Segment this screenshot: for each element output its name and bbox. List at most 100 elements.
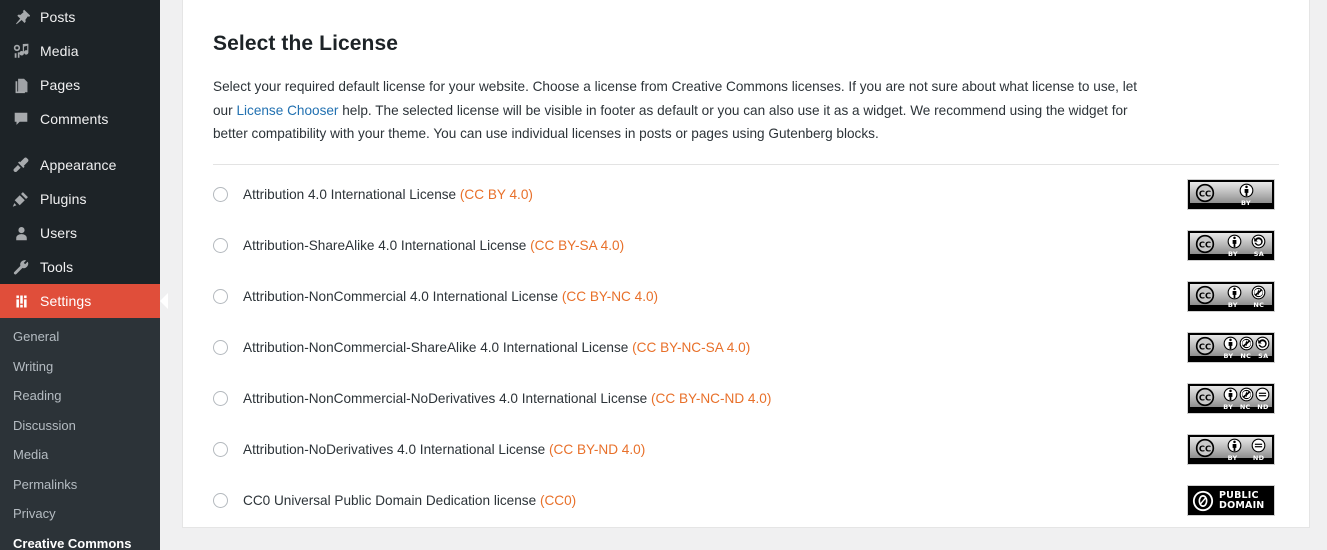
license-label: Attribution-NonCommercial 4.0 Internatio… — [243, 287, 658, 306]
cc-label: ND — [1257, 403, 1269, 412]
admin-menu: Posts Media Pages Comments Appearance Plugins… — [0, 0, 168, 318]
cc-label: BY — [1227, 301, 1238, 310]
cc-label: BY — [1241, 199, 1251, 208]
sidebar-item-label: Appearance — [40, 157, 117, 173]
license-radio-button[interactable] — [213, 493, 228, 509]
license-code: (CC BY 4.0) — [459, 187, 533, 203]
cc-label: BY — [1223, 403, 1234, 412]
submenu-item-media[interactable]: Media — [0, 440, 160, 470]
cc-license-badge-icon: CC BY ND — [1187, 434, 1275, 466]
cc-license-badge-icon: CC BY NC SA — [1187, 332, 1275, 364]
submenu-item-permalinks[interactable]: Permalinks — [0, 470, 160, 500]
submenu-item-general[interactable]: General — [0, 322, 160, 352]
sidebar-item-users[interactable]: Users — [0, 216, 160, 250]
license-chooser-link[interactable]: License Chooser — [236, 103, 338, 118]
pushpin-icon — [11, 7, 31, 27]
license-name: Attribution-NonCommercial-ShareAlike 4.0… — [243, 340, 629, 356]
sidebar-item-media[interactable]: Media — [0, 34, 160, 68]
comments-icon — [11, 109, 31, 129]
public-domain-badge-icon: PUBLIC DOMAIN — [1187, 485, 1275, 517]
license-option-row[interactable]: Attribution-ShareAlike 4.0 International… — [213, 220, 1279, 271]
license-option-label-group[interactable]: CC0 Universal Public Domain Dedication l… — [213, 491, 1173, 510]
license-radio-button[interactable] — [213, 238, 228, 254]
submenu-item-writing[interactable]: Writing — [0, 352, 160, 382]
license-option-row[interactable]: Attribution-NonCommercial-ShareAlike 4.0… — [213, 322, 1279, 373]
license-badge-cell: CC BY — [1187, 179, 1279, 211]
license-code: (CC BY-ND 4.0) — [549, 442, 646, 458]
license-label: Attribution-NonCommercial-NoDerivatives … — [243, 389, 771, 408]
license-options-list: Attribution 4.0 International License (C… — [213, 165, 1279, 526]
license-option-row[interactable]: Attribution 4.0 International License (C… — [213, 169, 1279, 220]
license-code: (CC BY-NC-ND 4.0) — [651, 391, 772, 407]
admin-sidebar: Posts Media Pages Comments Appearance Plugins… — [0, 0, 168, 550]
license-option-label-group[interactable]: Attribution-ShareAlike 4.0 International… — [213, 236, 1173, 255]
license-code: (CC0) — [539, 493, 577, 509]
cc-logo-icon: CC — [1190, 182, 1220, 203]
license-badge-cell: CC BY NC SA — [1187, 332, 1279, 364]
license-option-label-group[interactable]: Attribution-NonCommercial-NoDerivatives … — [213, 389, 1173, 408]
license-radio-button[interactable] — [213, 187, 228, 203]
license-option-label-group[interactable]: Attribution-NonCommercial-ShareAlike 4.0… — [213, 338, 1173, 357]
submenu-item-discussion[interactable]: Discussion — [0, 411, 160, 441]
settings-panel: Select the License Select your required … — [182, 0, 1310, 528]
license-option-row[interactable]: Attribution-NonCommercial 4.0 Internatio… — [213, 271, 1279, 322]
media-icon — [11, 41, 31, 61]
license-code: (CC BY-NC 4.0) — [561, 289, 659, 305]
public-domain-line-2: DOMAIN — [1219, 499, 1265, 511]
cc-license-badge-icon: CC BY NC ND — [1187, 383, 1275, 415]
sidebar-item-appearance[interactable]: Appearance — [0, 148, 160, 182]
license-badge-cell: CC BY SA — [1187, 230, 1279, 262]
license-label: Attribution-NoDerivatives 4.0 Internatio… — [243, 440, 645, 459]
license-code: (CC BY-SA 4.0) — [530, 238, 625, 254]
cc-license-badge-icon: CC BY SA — [1187, 230, 1275, 262]
sidebar-item-label: Users — [40, 225, 78, 241]
license-option-label-group[interactable]: Attribution-NoDerivatives 4.0 Internatio… — [213, 440, 1173, 459]
license-badge-cell: CC BY ND — [1187, 434, 1279, 466]
plugin-icon — [11, 189, 31, 209]
license-option-label-group[interactable]: Attribution 4.0 International License (C… — [213, 185, 1173, 204]
license-name: Attribution-NonCommercial-NoDerivatives … — [243, 391, 648, 407]
license-radio-button[interactable] — [213, 289, 228, 305]
user-icon — [11, 223, 31, 243]
main-content: Select the License Select your required … — [160, 0, 1327, 550]
license-badge-cell: CC BY NC ND — [1187, 383, 1279, 415]
cc-logo-icon: CC — [1190, 233, 1220, 254]
sidebar-item-posts[interactable]: Posts — [0, 0, 160, 34]
license-option-label-group[interactable]: Attribution-NonCommercial 4.0 Internatio… — [213, 287, 1173, 306]
submenu-item-privacy[interactable]: Privacy — [0, 499, 160, 529]
license-label: CC0 Universal Public Domain Dedication l… — [243, 491, 576, 510]
cc-logo-icon: CC — [1190, 284, 1220, 305]
license-radio-button[interactable] — [213, 340, 228, 356]
svg-text:CC: CC — [1199, 290, 1211, 300]
license-name: Attribution-NonCommercial 4.0 Internatio… — [243, 289, 559, 305]
cc-label: NC — [1240, 352, 1252, 361]
paintbrush-icon — [11, 155, 31, 175]
sidebar-item-label: Plugins — [40, 191, 87, 207]
license-name: Attribution-ShareAlike 4.0 International… — [243, 238, 527, 254]
sidebar-item-plugins[interactable]: Plugins — [0, 182, 160, 216]
license-label: Attribution 4.0 International License (C… — [243, 185, 533, 204]
cc-label: NC — [1239, 403, 1251, 412]
sidebar-item-pages[interactable]: Pages — [0, 68, 160, 102]
page-title: Select the License — [213, 32, 399, 55]
sidebar-item-settings[interactable]: Settings — [0, 284, 168, 318]
license-label: Attribution-NonCommercial-ShareAlike 4.0… — [243, 338, 750, 357]
submenu-item-reading[interactable]: Reading — [0, 381, 160, 411]
sidebar-item-tools[interactable]: Tools — [0, 250, 160, 284]
license-option-row[interactable]: CC0 Universal Public Domain Dedication l… — [213, 475, 1279, 526]
submenu-item-creative-commons[interactable]: Creative Commons — [0, 529, 160, 550]
sidebar-item-comments[interactable]: Comments — [0, 102, 160, 136]
license-badge-cell: CC BY NC — [1187, 281, 1279, 313]
license-name: Attribution-NoDerivatives 4.0 Internatio… — [243, 442, 546, 458]
license-option-row[interactable]: Attribution-NonCommercial-NoDerivatives … — [213, 373, 1279, 424]
page-description: Select your required default license for… — [213, 75, 1158, 145]
svg-text:CC: CC — [1199, 188, 1211, 198]
cc-logo-icon: CC — [1190, 335, 1220, 356]
license-radio-button[interactable] — [213, 442, 228, 458]
license-radio-button[interactable] — [213, 391, 228, 407]
sidebar-item-label: Pages — [40, 77, 81, 93]
sidebar-item-label: Comments — [40, 111, 109, 127]
wrench-icon — [11, 257, 31, 277]
license-option-row[interactable]: Attribution-NoDerivatives 4.0 Internatio… — [213, 424, 1279, 475]
cc-label: SA — [1258, 352, 1269, 361]
